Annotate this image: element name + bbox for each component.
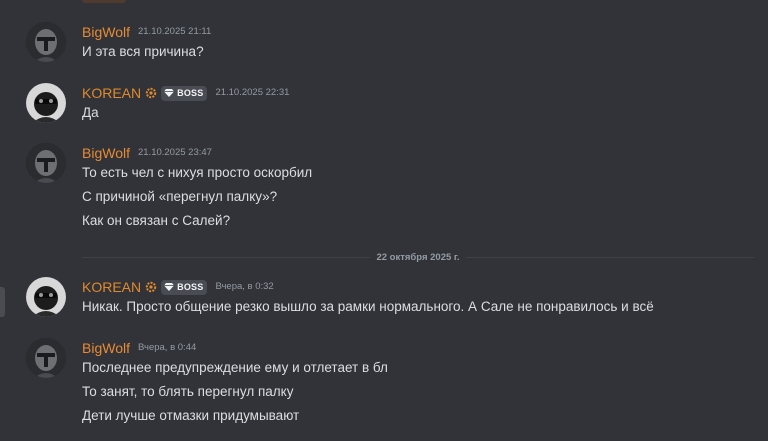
timestamp: Вчера, в 0:44	[137, 342, 197, 353]
timestamp: 21.10.2025 23:47	[137, 147, 212, 158]
message-text: Дети лучше отмазки придумывают	[82, 408, 300, 423]
chat-area: BigWolf 21.10.2025 21:11 И эта вся причи…	[0, 0, 768, 441]
message-text: Последнее предупреждение ему и отлетает …	[82, 360, 388, 375]
username[interactable]: KOREAN	[82, 83, 141, 103]
username[interactable]: BigWolf	[82, 143, 130, 163]
avatar[interactable]	[26, 22, 66, 62]
avatar[interactable]	[26, 143, 66, 183]
message-text: Никак. Просто общение резко вышло за рам…	[82, 299, 654, 314]
timestamp: Вчера, в 0:32	[215, 281, 274, 292]
message-header: BigWolf 21.10.2025 23:47	[82, 143, 212, 163]
message-header: KOREAN BOSS 21.10.2025 22:31	[82, 83, 289, 103]
previous-message-sliver	[82, 0, 126, 3]
avatar[interactable]	[26, 83, 66, 123]
gem-icon	[164, 89, 175, 97]
message-header: BigWolf 21.10.2025 21:11	[82, 22, 211, 42]
message-text: Да	[82, 105, 99, 120]
divider-line	[82, 256, 371, 258]
message-text: Как он связан с Салей?	[82, 213, 231, 228]
timestamp: 21.10.2025 22:31	[215, 87, 290, 98]
username[interactable]: BigWolf	[82, 22, 130, 42]
username[interactable]: BigWolf	[82, 338, 130, 358]
gem-icon	[164, 283, 175, 291]
badge-label: BOSS	[177, 88, 204, 98]
message-header: BigWolf Вчера, в 0:44	[82, 338, 196, 358]
message-header: KOREAN BOSS Вчера, в 0:32	[82, 277, 274, 297]
role-badge[interactable]: BOSS	[161, 85, 208, 101]
role-badge[interactable]: BOSS	[161, 279, 208, 295]
message-text: То занят, то блять перегнул палку	[82, 384, 294, 399]
divider-date: 22 октября 2025 г.	[370, 251, 466, 263]
message-text: И эта вся причина?	[82, 44, 204, 59]
avatar[interactable]	[26, 277, 66, 317]
avatar[interactable]	[26, 338, 66, 378]
username[interactable]: KOREAN	[82, 277, 141, 297]
scroll-handle[interactable]	[0, 287, 5, 317]
gear-icon	[145, 87, 157, 99]
badge-label: BOSS	[177, 282, 204, 292]
date-divider: 22 октября 2025 г.	[82, 250, 755, 264]
message-text: То есть чел с нихуя просто оскорбил	[82, 165, 313, 180]
message-text: С причиной «перегнул палку»?	[82, 189, 278, 204]
gear-icon	[145, 281, 157, 293]
divider-line	[465, 256, 755, 258]
timestamp: 21.10.2025 21:11	[137, 26, 212, 37]
